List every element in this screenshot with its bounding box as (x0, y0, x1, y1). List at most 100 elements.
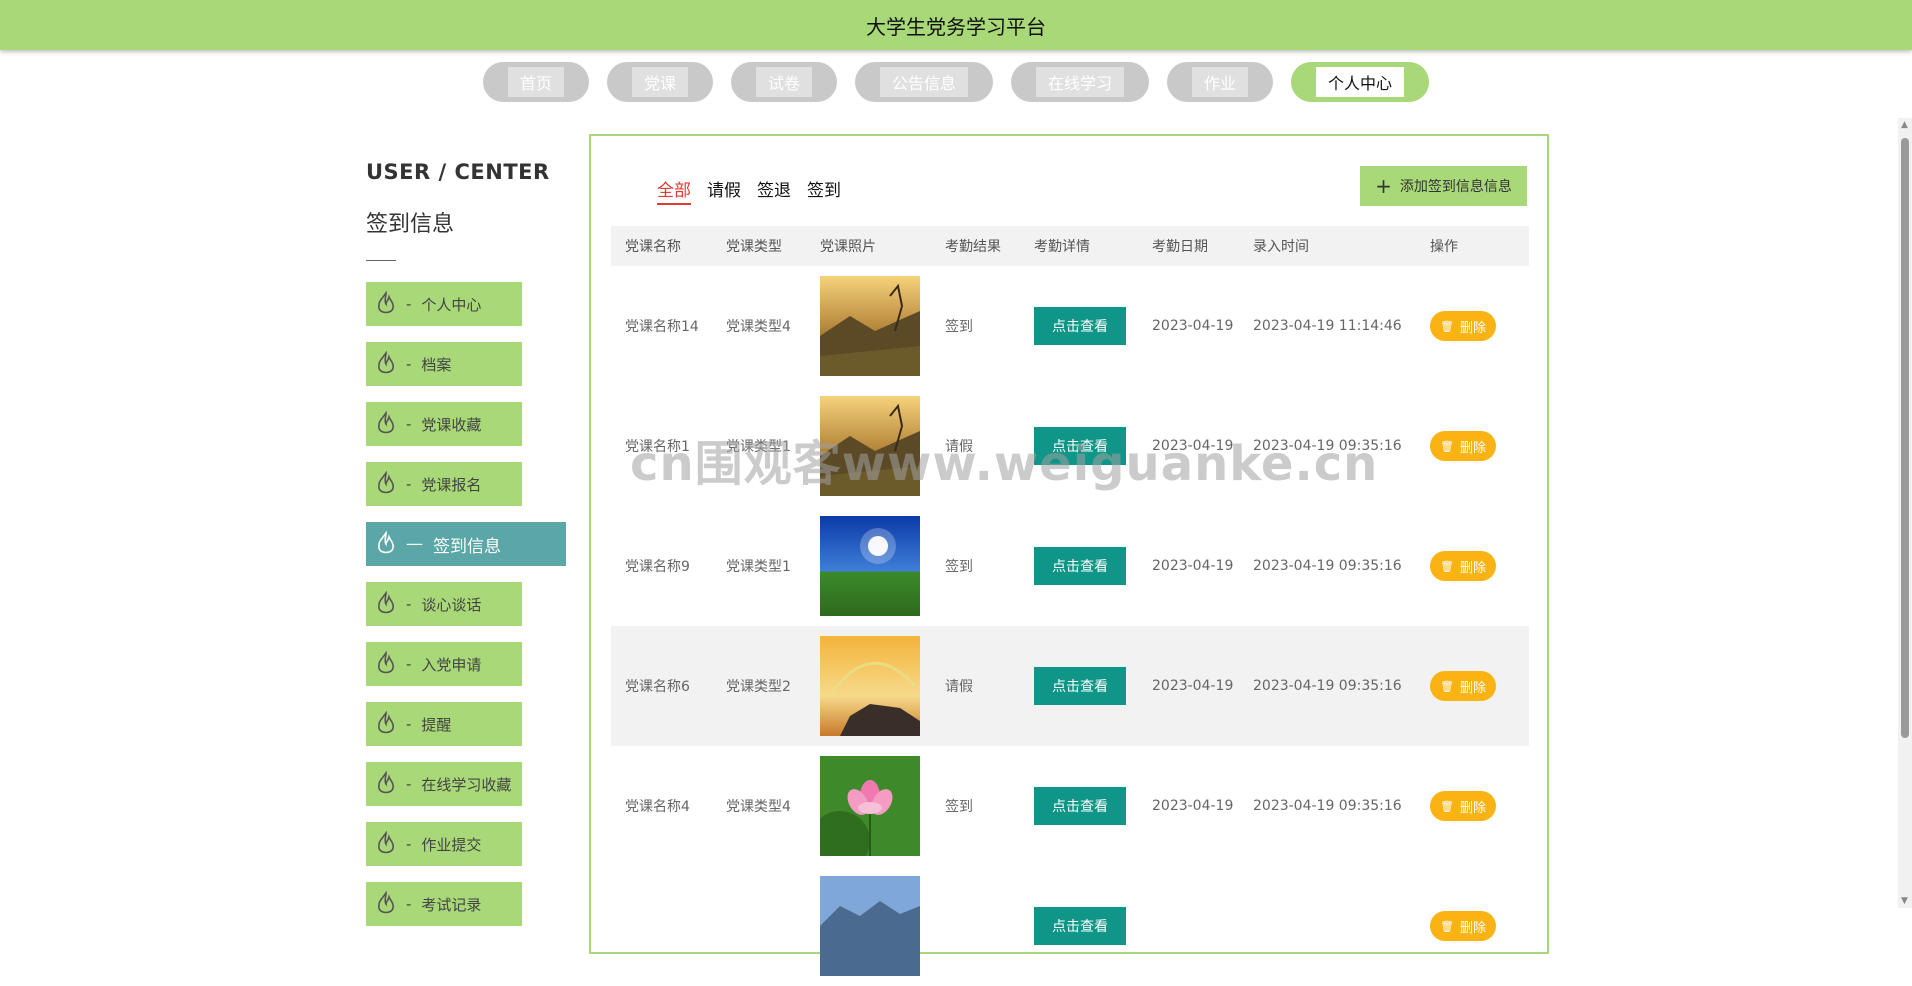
sidebar-item-sign-in[interactable]: — 签到信息 (366, 522, 566, 566)
site-title: 大学生党务学习平台 (866, 14, 1046, 39)
flame-icon (378, 891, 394, 914)
sidebar-item-label: 党课收藏 (421, 415, 482, 434)
sidebar-item-label: 党课报名 (421, 475, 482, 494)
flame-icon (378, 531, 394, 554)
cell-date (1138, 866, 1239, 986)
filter-sign-in[interactable]: 签到 (807, 176, 841, 205)
sidebar-item-party-application[interactable]: - 入党申请 (366, 642, 522, 686)
cell-date: 2023-04-19 (1152, 798, 1234, 814)
course-photo[interactable] (820, 516, 920, 616)
scroll-up-icon[interactable]: ▲ (1901, 120, 1908, 130)
sidebar-item-talk[interactable]: - 谈心谈话 (366, 582, 522, 626)
add-sign-in-button[interactable]: + 添加签到信息信息 (1360, 166, 1527, 206)
col-detail: 考勤详情 (1020, 226, 1138, 266)
delete-button[interactable]: 🗑 删除 (1430, 791, 1496, 821)
delete-button[interactable]: 🗑 删除 (1430, 551, 1496, 581)
table-row: 党课名称14 党课类型4 签到 点击查看 2023-04-19 2023-04-… (611, 266, 1529, 386)
cell-course-type: 党课类型2 (712, 626, 806, 746)
trash-icon: 🗑 (1440, 319, 1454, 333)
table-row: 点击查看 🗑 删除 (611, 866, 1529, 986)
col-result: 考勤结果 (931, 226, 1020, 266)
sidebar-item-label: 档案 (421, 355, 452, 374)
filter-sign-out[interactable]: 签退 (757, 176, 791, 205)
sidebar-item-course-signup[interactable]: - 党课报名 (366, 462, 522, 506)
table-row: 党课名称9 党课类型1 签到 点击查看 2023-04-19 2023-04-1… (611, 506, 1529, 626)
delete-button[interactable]: 🗑 删除 (1430, 911, 1496, 941)
course-photo[interactable] (820, 756, 920, 856)
view-detail-button[interactable]: 点击查看 (1034, 547, 1126, 585)
flame-icon (378, 591, 394, 614)
section-title: 签到信息 (366, 212, 455, 237)
filter-leave[interactable]: 请假 (707, 176, 741, 205)
cell-entry-time: 2023-04-19 09:35:16 (1253, 798, 1402, 814)
sidebar-item-homework-submit[interactable]: - 作业提交 (366, 822, 522, 866)
cell-result: 签到 (945, 799, 973, 815)
course-photo[interactable] (820, 636, 920, 736)
flame-icon (378, 771, 394, 794)
main-panel: 全部 请假 签退 签到 + 添加签到信息信息 党课名称 党课类型 党课照片 考勤… (589, 134, 1549, 976)
sidebar-item-label: 在线学习收藏 (421, 775, 512, 794)
sidebar-item-label: 考试记录 (421, 895, 482, 914)
page-scrollbar[interactable]: ▲ ▼ (1898, 118, 1912, 908)
add-button-label: 添加签到信息信息 (1399, 179, 1512, 195)
nav-online-study[interactable]: 在线学习 (1011, 62, 1150, 102)
sidebar: - 个人中心 - 档案 - 党课收藏 - 党课报名 — 签到信息 - 谈心谈话 … (366, 282, 566, 942)
col-course-name: 党课名称 (611, 226, 712, 266)
plus-icon: + (1375, 174, 1392, 198)
view-detail-button[interactable]: 点击查看 (1034, 907, 1126, 945)
table-row: 党课名称4 党课类型4 签到 点击查看 2023-04-19 2023-04-1… (611, 746, 1529, 866)
view-detail-button[interactable]: 点击查看 (1034, 787, 1126, 825)
delete-button[interactable]: 🗑 删除 (1430, 311, 1496, 341)
sidebar-item-archive[interactable]: - 档案 (366, 342, 522, 386)
flame-icon (378, 291, 394, 314)
trash-icon: 🗑 (1440, 799, 1454, 813)
sidebar-item-study-favorites[interactable]: - 在线学习收藏 (366, 762, 522, 806)
sidebar-item-reminder[interactable]: - 提醒 (366, 702, 522, 746)
scroll-down-icon[interactable]: ▼ (1901, 896, 1908, 906)
view-detail-button[interactable]: 点击查看 (1034, 667, 1126, 705)
nav-notice[interactable]: 公告信息 (854, 62, 993, 102)
scroll-thumb[interactable] (1901, 138, 1909, 738)
title-divider (366, 260, 396, 261)
trash-icon: 🗑 (1440, 439, 1454, 453)
table-header: 党课名称 党课类型 党课照片 考勤结果 考勤详情 考勤日期 录入时间 操作 (611, 226, 1529, 266)
cell-course-type (712, 866, 806, 986)
user-center-title: USER / CENTER (366, 160, 550, 184)
nav-user-center[interactable]: 个人中心 (1291, 62, 1430, 102)
cell-course-type: 党课类型4 (726, 799, 791, 815)
sidebar-item-label: 个人中心 (421, 295, 482, 314)
cell-course-type: 党课类型1 (726, 559, 791, 575)
flame-icon (378, 411, 394, 434)
table-row: 党课名称6 党课类型2 请假 点击查看 2023-04-19 2023-04-1… (611, 626, 1529, 746)
sidebar-item-exam-records[interactable]: - 考试记录 (366, 882, 522, 926)
cell-date: 2023-04-19 (1152, 318, 1234, 334)
flame-icon (378, 831, 394, 854)
cell-result: 签到 (945, 319, 973, 335)
cell-result: 签到 (945, 559, 973, 575)
course-photo[interactable] (820, 876, 920, 976)
cell-course-name: 党课名称9 (625, 559, 690, 575)
nav-home[interactable]: 首页 (482, 62, 589, 102)
trash-icon: 🗑 (1440, 679, 1454, 693)
cell-course-name: 党课名称14 (625, 319, 699, 335)
course-photo[interactable] (820, 276, 920, 376)
view-detail-button[interactable]: 点击查看 (1034, 307, 1126, 345)
main-nav: 首页 党课 试卷 公告信息 在线学习 作业 个人中心 (0, 62, 1912, 102)
delete-button[interactable]: 🗑 删除 (1430, 671, 1496, 701)
filter-all[interactable]: 全部 (657, 176, 691, 205)
sidebar-item-profile[interactable]: - 个人中心 (366, 282, 522, 326)
nav-homework[interactable]: 作业 (1167, 62, 1274, 102)
watermark: cn围观客www.weiguanke.cn (630, 436, 1379, 492)
delete-button[interactable]: 🗑 删除 (1430, 431, 1496, 461)
nav-exam[interactable]: 试卷 (730, 62, 837, 102)
sidebar-item-label: 谈心谈话 (421, 595, 482, 614)
sidebar-item-course-favorites[interactable]: - 党课收藏 (366, 402, 522, 446)
trash-icon: 🗑 (1440, 919, 1454, 933)
col-actions: 操作 (1416, 226, 1529, 266)
col-course-type: 党课类型 (712, 226, 806, 266)
cell-course-name: 党课名称4 (625, 799, 690, 815)
cell-date: 2023-04-19 (1138, 626, 1239, 746)
filter-tabs: 全部 请假 签退 签到 (657, 176, 841, 205)
nav-course[interactable]: 党课 (606, 62, 713, 102)
cell-course-name (611, 866, 712, 986)
